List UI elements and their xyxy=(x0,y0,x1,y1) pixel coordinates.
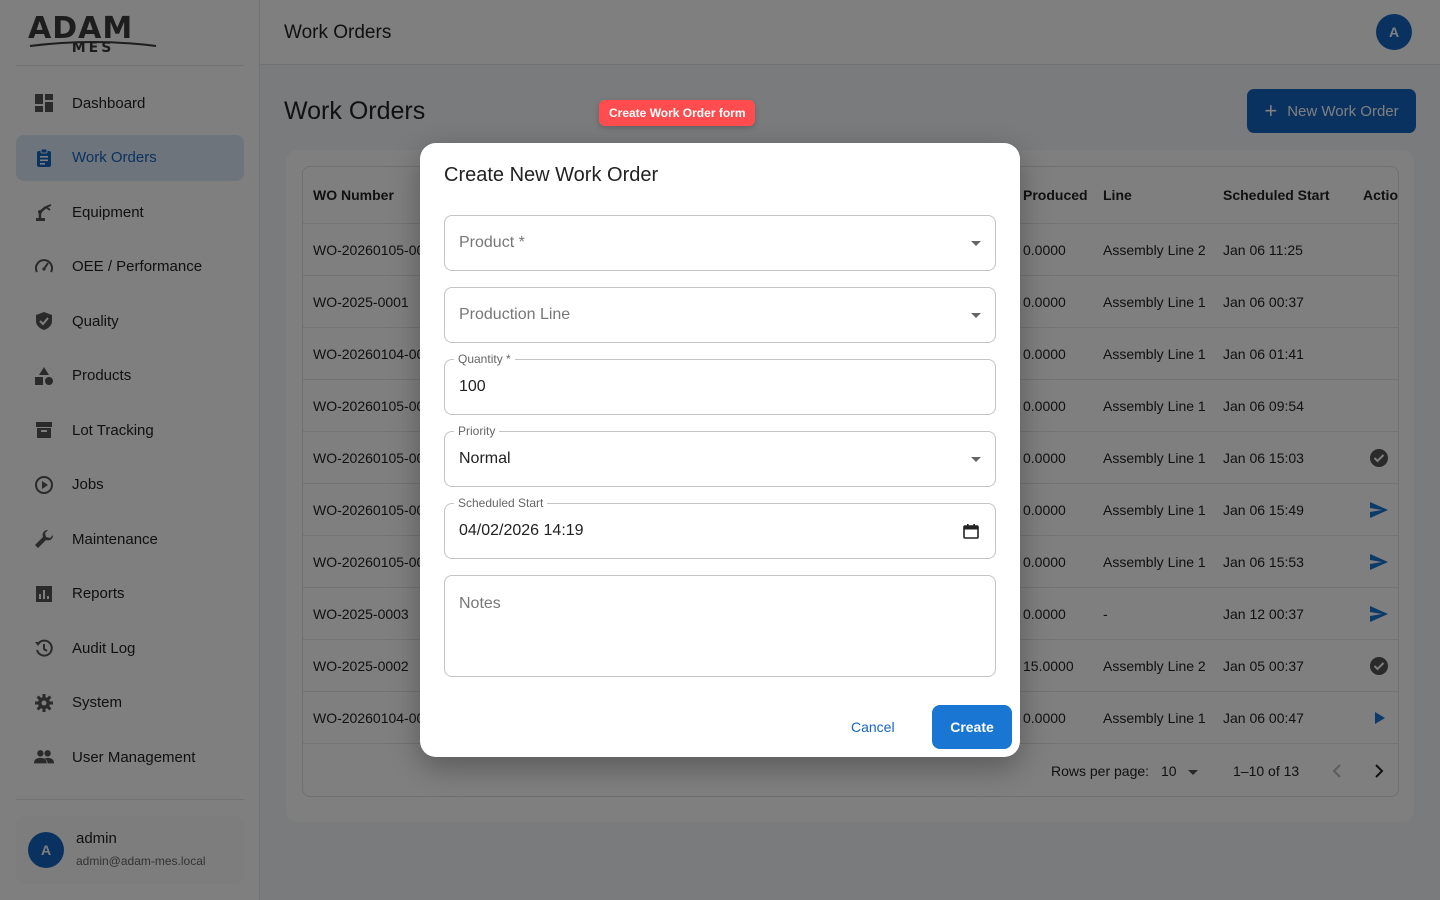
caret-down-icon xyxy=(971,241,981,246)
scheduled-start-field[interactable]: Scheduled Start 04/02/2026 14:19 xyxy=(444,496,996,559)
caret-down-icon xyxy=(971,313,981,318)
production-line-select[interactable]: Production Line xyxy=(444,287,996,343)
priority-select[interactable]: Priority Normal xyxy=(444,424,996,487)
production-line-placeholder: Production Line xyxy=(459,306,571,323)
notes-placeholder: Notes xyxy=(459,595,501,612)
product-select[interactable]: Product * xyxy=(444,215,996,271)
dialog-title: Create New Work Order xyxy=(444,164,659,186)
quantity-field[interactable]: Quantity * 100 xyxy=(444,352,996,415)
create-button[interactable]: Create xyxy=(932,705,1012,749)
cancel-button[interactable]: Cancel xyxy=(851,712,895,742)
caret-down-icon xyxy=(971,457,981,462)
scheduled-start-value: 04/02/2026 14:19 xyxy=(459,522,584,539)
quantity-value: 100 xyxy=(459,378,486,395)
calendar-icon[interactable] xyxy=(963,523,979,539)
create-work-order-dialog: Create New Work Order Product * Producti… xyxy=(420,143,1020,757)
notes-field[interactable]: Notes xyxy=(444,575,996,677)
annotation-label: Create Work Order form xyxy=(599,100,756,126)
priority-value: Normal xyxy=(459,450,511,467)
product-placeholder: Product * xyxy=(459,234,525,251)
